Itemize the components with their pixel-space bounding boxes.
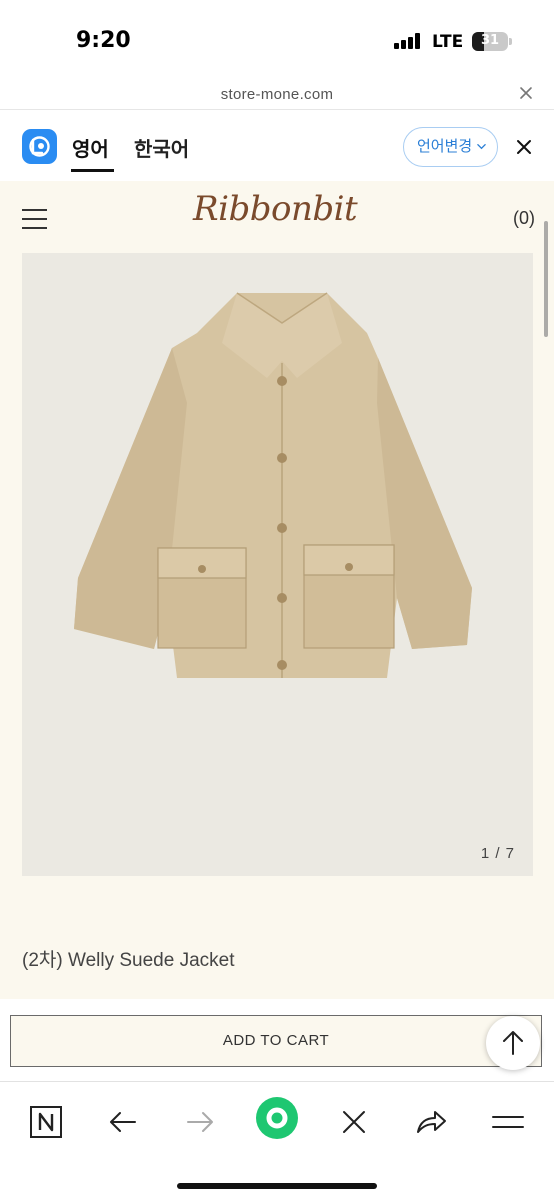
home-indicator [177, 1183, 377, 1189]
close-icon[interactable] [516, 139, 532, 155]
tab-english[interactable]: 영어 [72, 133, 109, 162]
back-arrow-icon[interactable] [103, 1102, 143, 1142]
url-text[interactable]: store-mone.com [0, 86, 554, 103]
translate-bar: 영어 한국어 언어변경 [0, 111, 554, 181]
cart-count[interactable]: (0) [513, 208, 535, 229]
battery-icon: 31 [472, 32, 508, 51]
battery-tip [509, 38, 512, 45]
cart-area: ADD TO CART [0, 999, 554, 1081]
change-language-button[interactable]: 언어변경 [403, 127, 498, 167]
forward-arrow-icon[interactable] [180, 1102, 220, 1142]
battery-level: 31 [480, 33, 500, 48]
menu-icon[interactable] [488, 1102, 528, 1142]
url-bar[interactable]: store-mone.com [0, 80, 554, 110]
signal-icon [394, 33, 424, 49]
arrow-up-icon [503, 1031, 523, 1055]
product-image[interactable]: 1 / 7 [22, 253, 533, 876]
change-language-label: 언어변경 [417, 138, 473, 155]
network-label: LTE [432, 32, 464, 52]
scroll-to-top-button[interactable] [486, 1016, 540, 1070]
share-icon[interactable] [411, 1102, 451, 1142]
brand-logo[interactable]: Ribbonbit [193, 189, 358, 229]
close-icon[interactable] [334, 1102, 374, 1142]
chevron-down-icon [477, 144, 486, 150]
jacket-image [74, 292, 472, 678]
naver-n-icon[interactable] [26, 1102, 66, 1142]
active-tab-underline [71, 169, 114, 172]
close-icon[interactable] [518, 85, 534, 101]
image-counter: 1 / 7 [480, 845, 515, 862]
green-dot-icon[interactable] [255, 1096, 299, 1140]
status-time: 9:20 [76, 28, 131, 53]
status-bar: 9:20 LTE 31 [0, 0, 554, 80]
add-to-cart-button[interactable]: ADD TO CART [10, 1015, 542, 1067]
browser-bottom-nav [0, 1081, 554, 1200]
hamburger-menu-icon[interactable] [22, 209, 47, 229]
scrollbar[interactable] [544, 221, 548, 337]
translate-logo-icon [22, 129, 57, 164]
tab-korean[interactable]: 한국어 [134, 133, 189, 162]
web-page: Ribbonbit (0) 1 / 7 (2차) Welly Suede Jac… [0, 181, 554, 999]
product-title: (2차) Welly Suede Jacket [22, 950, 235, 971]
